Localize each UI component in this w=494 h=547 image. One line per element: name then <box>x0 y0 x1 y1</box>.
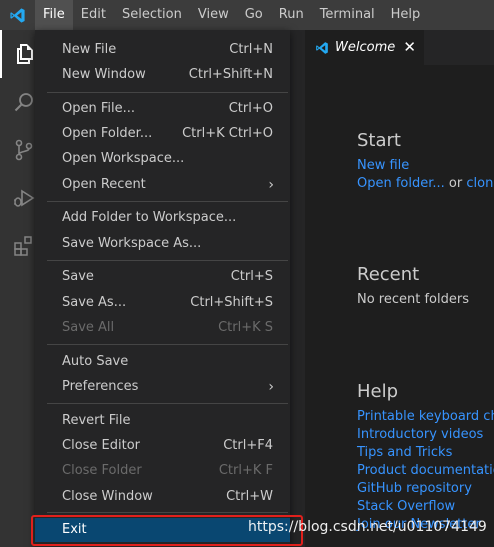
vscode-tab-icon <box>316 41 328 54</box>
menu-item-open-recent[interactable]: Open Recent › <box>35 173 290 197</box>
help-link-github[interactable]: GitHub repository <box>357 481 472 496</box>
menu-item-label: Revert File <box>62 413 131 428</box>
menu-separator <box>47 403 288 404</box>
menu-item-shortcut: Ctrl+K S <box>218 320 273 335</box>
source-control-icon <box>15 139 33 161</box>
extensions-icon <box>14 236 32 256</box>
menu-help[interactable]: Help <box>383 0 429 30</box>
menu-edit[interactable]: Edit <box>73 0 114 30</box>
menu-run[interactable]: Run <box>271 0 312 30</box>
menu-item-label: New Window <box>62 67 146 82</box>
new-file-link[interactable]: New file <box>357 158 409 173</box>
menu-item-shortcut: Ctrl+F4 <box>223 438 273 453</box>
tab-welcome-label: Welcome <box>335 40 396 55</box>
menu-item-label: Preferences <box>62 379 139 394</box>
menu-item-label: Open Folder... <box>62 126 153 141</box>
menu-item-add-folder-to-workspace[interactable]: Add Folder to Workspace... <box>35 206 290 230</box>
menu-item-open-folder[interactable]: Open Folder... Ctrl+K Ctrl+O <box>35 122 290 146</box>
sidebar-edge <box>290 30 305 547</box>
help-link-tips[interactable]: Tips and Tricks <box>357 445 452 460</box>
run-debug-icon <box>14 189 35 207</box>
menu-item-new-file[interactable]: New File Ctrl+N <box>35 38 290 62</box>
menu-item-label: Close Folder <box>62 463 142 478</box>
menu-item-label: Close Editor <box>62 438 141 453</box>
clone-repo-link[interactable]: clone re <box>466 176 494 191</box>
menu-item-label: Open Workspace... <box>62 151 185 166</box>
watermark-text: https://blog.csdn.net/u011074149 <box>248 519 487 535</box>
menu-item-label: Save Workspace As... <box>62 236 202 251</box>
recent-heading: Recent <box>357 264 420 285</box>
menu-item-save[interactable]: Save Ctrl+S <box>35 265 290 289</box>
menu-item-label: Save <box>62 269 94 284</box>
menu-item-label: Add Folder to Workspace... <box>62 210 237 225</box>
menu-item-shortcut: Ctrl+N <box>229 42 273 57</box>
menu-view[interactable]: View <box>190 0 237 30</box>
menu-item-shortcut: Ctrl+Shift+N <box>188 67 273 82</box>
menu-item-label: Close Window <box>62 489 153 504</box>
vscode-logo-icon <box>10 8 25 23</box>
menu-item-shortcut: Ctrl+K Ctrl+O <box>182 126 273 141</box>
menu-item-new-window[interactable]: New Window Ctrl+Shift+N <box>35 63 290 87</box>
tab-welcome[interactable]: Welcome ✕ <box>305 30 424 65</box>
menu-item-shortcut: Ctrl+Shift+S <box>190 295 273 310</box>
no-recent-text: No recent folders <box>357 292 469 307</box>
open-folder-link[interactable]: Open folder... <box>357 176 445 191</box>
menu-separator <box>47 92 288 93</box>
menu-go[interactable]: Go <box>237 0 271 30</box>
menu-bar: File Edit Selection View Go Run Terminal… <box>35 0 428 30</box>
close-icon[interactable]: ✕ <box>403 38 416 56</box>
menu-item-close-folder: Close Folder Ctrl+K F <box>35 459 290 483</box>
menu-item-label: Auto Save <box>62 354 129 369</box>
menu-item-shortcut: Ctrl+O <box>228 101 273 116</box>
help-link-stackoverflow[interactable]: Stack Overflow <box>357 499 455 514</box>
menu-item-auto-save[interactable]: Auto Save <box>35 350 290 374</box>
chevron-right-icon: › <box>268 177 274 193</box>
welcome-page: Start New file Open folder... or clone r… <box>305 65 494 547</box>
menu-item-label: Save All <box>62 320 115 335</box>
menu-item-shortcut: Ctrl+K F <box>218 463 273 478</box>
menu-item-save-all: Save All Ctrl+K S <box>35 316 290 340</box>
start-heading: Start <box>357 130 401 151</box>
help-link-keyboard[interactable]: Printable keyboard chea <box>357 409 494 424</box>
file-menu: New File Ctrl+N New Window Ctrl+Shift+N … <box>35 30 290 547</box>
menu-item-label: Open File... <box>62 101 136 116</box>
search-icon <box>14 93 33 112</box>
menu-item-save-workspace-as[interactable]: Save Workspace As... <box>35 232 290 256</box>
help-heading: Help <box>357 381 399 402</box>
menu-item-label: Save As... <box>62 295 127 310</box>
menu-item-shortcut: Ctrl+S <box>230 269 273 284</box>
help-link-docs[interactable]: Product documentation <box>357 463 494 478</box>
menu-item-close-window[interactable]: Close Window Ctrl+W <box>35 485 290 509</box>
open-folder-row: Open folder... or clone re <box>357 176 494 191</box>
menu-selection[interactable]: Selection <box>114 0 190 30</box>
or-text: or <box>444 176 467 191</box>
menu-separator <box>47 260 288 261</box>
menu-item-shortcut: Ctrl+W <box>226 489 273 504</box>
menu-separator <box>47 512 288 513</box>
help-link-videos[interactable]: Introductory videos <box>357 427 483 442</box>
menu-item-label: New File <box>62 42 117 57</box>
menu-item-close-editor[interactable]: Close Editor Ctrl+F4 <box>35 434 290 458</box>
menu-item-revert-file[interactable]: Revert File <box>35 409 290 433</box>
title-bar: File Edit Selection View Go Run Terminal… <box>0 0 494 30</box>
menu-item-save-as[interactable]: Save As... Ctrl+Shift+S <box>35 291 290 315</box>
menu-item-preferences[interactable]: Preferences › <box>35 375 290 399</box>
menu-item-label: Open Recent <box>62 177 146 192</box>
menu-file[interactable]: File <box>35 0 73 30</box>
explorer-icon <box>17 44 33 64</box>
menu-item-open-workspace[interactable]: Open Workspace... <box>35 147 290 171</box>
menu-separator <box>47 201 288 202</box>
editor-tab-bar: Welcome ✕ <box>305 30 494 65</box>
menu-terminal[interactable]: Terminal <box>312 0 383 30</box>
chevron-right-icon: › <box>268 379 274 395</box>
menu-item-open-file[interactable]: Open File... Ctrl+O <box>35 97 290 121</box>
menu-separator <box>47 344 288 345</box>
